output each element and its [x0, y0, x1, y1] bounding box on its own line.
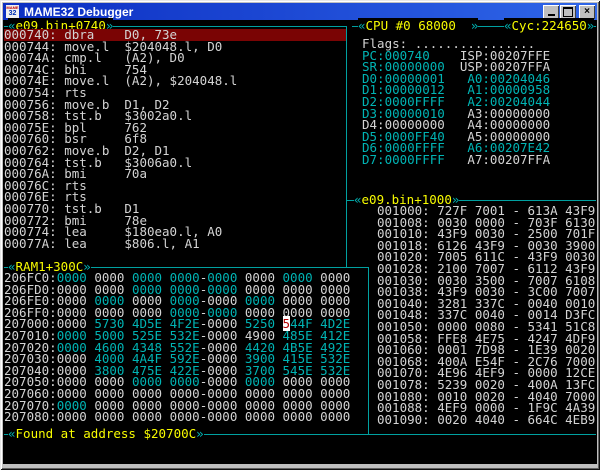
- minimize-icon: [548, 14, 555, 16]
- ram-word: 0000: [57, 409, 87, 424]
- bottom-panel-divider: [368, 267, 369, 434]
- chevron-right-icon: »: [471, 18, 479, 33]
- disasm-operands: (A2), $204048.l: [124, 73, 237, 88]
- disasm-row[interactable]: 00077A:lea$806.l, A1: [4, 238, 346, 250]
- minimize-button[interactable]: [543, 5, 559, 19]
- memory-dump-panel: 001000: 727F 7001 - 613A 43F9001008: 003…: [377, 205, 595, 425]
- disasm-panel: 000740:dbraD0, 73e000744:move.l$204048.l…: [4, 29, 346, 249]
- disasm-address: 00077A:: [4, 238, 64, 250]
- title-bar-buttons: ×: [543, 5, 595, 19]
- chevron-right-icon: »: [587, 18, 595, 33]
- cpu-register-row: D7:0000FFFF A7:00207FFA: [362, 154, 550, 166]
- cycles-header: «Cyc:224650»: [504, 20, 594, 32]
- cycles-value: Cyc:224650: [512, 18, 587, 33]
- disasm-operands: $806.l, A1: [124, 236, 199, 251]
- ram-word: 0000: [245, 409, 275, 424]
- ram-dump-panel: 206FC0:0000 0000 0000 0000-0000 0000 000…: [4, 272, 350, 423]
- ram-word: 0000: [283, 409, 313, 424]
- ram-word: 0000: [94, 409, 124, 424]
- top-panel-divider: [346, 26, 347, 267]
- maximize-icon: [563, 7, 573, 17]
- ram-separator: [275, 409, 283, 424]
- debugger-window: MAME 32 MAME32 Debugger × «e09.bin+0740»…: [0, 0, 600, 470]
- ram-word: 0000: [170, 409, 200, 424]
- status-text: Found at address $20700C: [16, 426, 197, 441]
- ram-word: 0000: [320, 409, 350, 424]
- ram-separator: [237, 409, 245, 424]
- ram-word: 0000: [207, 409, 237, 424]
- chevron-left-icon: «: [504, 18, 512, 33]
- cpu-registers-panel: Flags: ................PC:000740ISP:0020…: [362, 38, 550, 166]
- register-value: A7:00207FFA: [460, 152, 550, 167]
- register-value: D7:0000FFFF: [362, 154, 460, 166]
- chevron-right-icon: »: [196, 426, 204, 441]
- ram-separator: [124, 409, 132, 424]
- window-title: MAME32 Debugger: [24, 5, 543, 19]
- ram-address: 207080:: [4, 409, 57, 424]
- disasm-mnemonic: lea: [64, 238, 124, 250]
- memory-data: 0020 4040 - 664C 4EB9: [437, 412, 595, 427]
- maximize-button[interactable]: [560, 5, 576, 19]
- ram-separator: [162, 409, 170, 424]
- status-message: «Found at address $20700C»: [8, 428, 204, 440]
- app-icon-text-bottom: 32: [9, 10, 17, 17]
- chevron-left-icon: «: [354, 192, 362, 207]
- close-icon: ×: [584, 6, 590, 17]
- chevron-left-icon: «: [8, 426, 16, 441]
- mame32-app-icon: MAME 32: [6, 5, 19, 18]
- disasm-operands: 70a: [124, 166, 147, 181]
- ram-row[interactable]: 207080:0000 0000 0000 0000-0000 0000 000…: [4, 411, 350, 423]
- close-button[interactable]: ×: [579, 5, 595, 19]
- memory-address: 001090:: [377, 412, 437, 427]
- ram-word: 0000: [132, 409, 162, 424]
- memory-row[interactable]: 001090: 0020 4040 - 664C 4EB9: [377, 414, 595, 426]
- cpu-panel-header: «CPU #0 68000 »: [358, 20, 478, 32]
- cpu-panel-title: CPU #0 68000: [366, 18, 471, 33]
- chevron-left-icon: «: [358, 18, 366, 33]
